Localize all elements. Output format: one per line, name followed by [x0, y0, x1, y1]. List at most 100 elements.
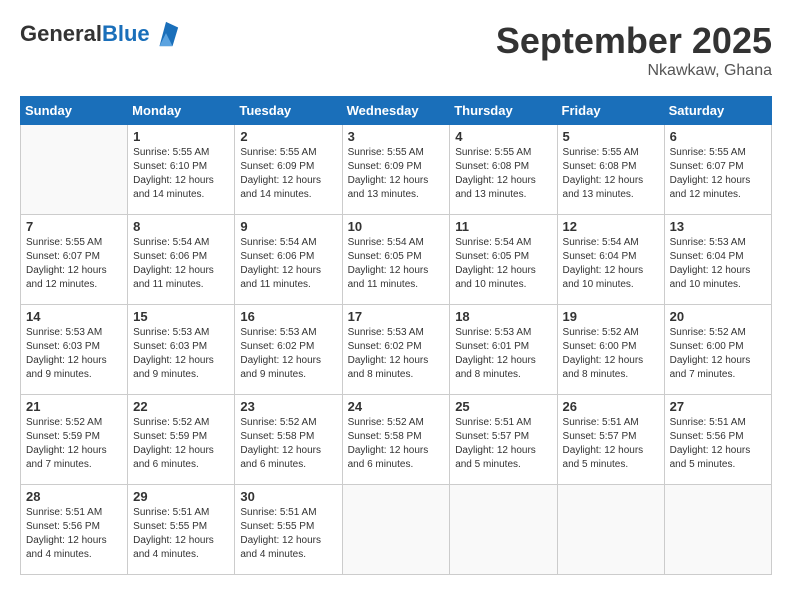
calendar-cell: 7 Sunrise: 5:55 AMSunset: 6:07 PMDaylight… [21, 215, 128, 305]
calendar-cell [450, 485, 557, 575]
calendar-cell: 4 Sunrise: 5:55 AMSunset: 6:08 PMDaylight… [450, 125, 557, 215]
calendar-week-1: 1 Sunrise: 5:55 AMSunset: 6:10 PMDaylight… [21, 125, 772, 215]
location-title: Nkawkaw, Ghana [496, 62, 772, 80]
day-number: 8 [133, 219, 229, 234]
calendar-cell: 2 Sunrise: 5:55 AMSunset: 6:09 PMDaylight… [235, 125, 342, 215]
weekday-header-thursday: Thursday [450, 97, 557, 125]
day-info: Sunrise: 5:55 AMSunset: 6:08 PMDaylight:… [455, 146, 551, 202]
calendar-cell: 22Sunrise: 5:52 AMSunset: 5:59 PMDayligh… [128, 395, 235, 485]
calendar-week-4: 21 Sunrise: 5:52 AMSunset: 5:59 PMDayligh… [21, 395, 772, 485]
day-number: 30 [240, 489, 336, 504]
calendar-cell: 16 Sunrise: 5:53 AMSunset: 6:02 PMDayligh… [235, 305, 342, 395]
day-info: Sunrise: 5:54 AMSunset: 6:06 PMDaylight:… [240, 236, 336, 292]
day-number: 1 [133, 129, 229, 144]
day-info: Sunrise: 5:52 AMSunset: 5:59 PMDaylight:… [26, 416, 122, 472]
day-info: Sunrise: 5:55 AMSunset: 6:09 PMDaylight:… [240, 146, 336, 202]
calendar-cell: 1 Sunrise: 5:55 AMSunset: 6:10 PMDaylight… [128, 125, 235, 215]
calendar-cell [342, 485, 450, 575]
calendar-cell: 23Sunrise: 5:52 AMSunset: 5:58 PMDayligh… [235, 395, 342, 485]
calendar-cell: 9 Sunrise: 5:54 AMSunset: 6:06 PMDaylight… [235, 215, 342, 305]
day-number: 29 [133, 489, 229, 504]
calendar-cell: 24Sunrise: 5:52 AMSunset: 5:58 PMDayligh… [342, 395, 450, 485]
calendar-cell: 28 Sunrise: 5:51 AMSunset: 5:56 PMDayligh… [21, 485, 128, 575]
day-number: 2 [240, 129, 336, 144]
calendar-cell: 8 Sunrise: 5:54 AMSunset: 6:06 PMDaylight… [128, 215, 235, 305]
day-number: 27 [670, 399, 766, 414]
title-section: September 2025 Nkawkaw, Ghana [496, 20, 772, 80]
calendar-cell: 17 Sunrise: 5:53 AMSunset: 6:02 PMDayligh… [342, 305, 450, 395]
day-number: 15 [133, 309, 229, 324]
day-number: 28 [26, 489, 122, 504]
calendar-cell: 27 Sunrise: 5:51 AMSunset: 5:56 PMDayligh… [664, 395, 771, 485]
logo-general: General [20, 21, 102, 46]
day-number: 9 [240, 219, 336, 234]
day-number: 18 [455, 309, 551, 324]
calendar-cell: 14 Sunrise: 5:53 AMSunset: 6:03 PMDayligh… [21, 305, 128, 395]
calendar-cell: 30Sunrise: 5:51 AMSunset: 5:55 PMDayligh… [235, 485, 342, 575]
logo-blue: Blue [102, 21, 150, 46]
day-number: 17 [348, 309, 445, 324]
day-number: 16 [240, 309, 336, 324]
day-number: 7 [26, 219, 122, 234]
calendar-cell: 15 Sunrise: 5:53 AMSunset: 6:03 PMDayligh… [128, 305, 235, 395]
calendar-cell [664, 485, 771, 575]
day-info: Sunrise: 5:51 AMSunset: 5:55 PMDaylight:… [133, 506, 229, 562]
calendar-cell: 19 Sunrise: 5:52 AMSunset: 6:00 PMDayligh… [557, 305, 664, 395]
day-info: Sunrise: 5:51 AMSunset: 5:57 PMDaylight:… [563, 416, 659, 472]
day-number: 10 [348, 219, 445, 234]
day-number: 11 [455, 219, 551, 234]
day-number: 5 [563, 129, 659, 144]
day-number: 12 [563, 219, 659, 234]
day-number: 26 [563, 399, 659, 414]
day-info: Sunrise: 5:53 AMSunset: 6:01 PMDaylight:… [455, 326, 551, 382]
day-info: Sunrise: 5:51 AMSunset: 5:57 PMDaylight:… [455, 416, 551, 472]
day-info: Sunrise: 5:55 AMSunset: 6:07 PMDaylight:… [670, 146, 766, 202]
day-info: Sunrise: 5:52 AMSunset: 5:59 PMDaylight:… [133, 416, 229, 472]
day-info: Sunrise: 5:52 AMSunset: 6:00 PMDaylight:… [563, 326, 659, 382]
calendar-cell: 3 Sunrise: 5:55 AMSunset: 6:09 PMDaylight… [342, 125, 450, 215]
day-info: Sunrise: 5:55 AMSunset: 6:07 PMDaylight:… [26, 236, 122, 292]
day-number: 19 [563, 309, 659, 324]
day-info: Sunrise: 5:52 AMSunset: 6:00 PMDaylight:… [670, 326, 766, 382]
day-info: Sunrise: 5:51 AMSunset: 5:56 PMDaylight:… [670, 416, 766, 472]
calendar-cell: 21 Sunrise: 5:52 AMSunset: 5:59 PMDayligh… [21, 395, 128, 485]
day-info: Sunrise: 5:52 AMSunset: 5:58 PMDaylight:… [240, 416, 336, 472]
day-info: Sunrise: 5:51 AMSunset: 5:56 PMDaylight:… [26, 506, 122, 562]
calendar-week-3: 14 Sunrise: 5:53 AMSunset: 6:03 PMDayligh… [21, 305, 772, 395]
day-info: Sunrise: 5:55 AMSunset: 6:09 PMDaylight:… [348, 146, 445, 202]
calendar-cell: 26 Sunrise: 5:51 AMSunset: 5:57 PMDayligh… [557, 395, 664, 485]
day-number: 6 [670, 129, 766, 144]
day-number: 13 [670, 219, 766, 234]
day-number: 4 [455, 129, 551, 144]
day-info: Sunrise: 5:53 AMSunset: 6:03 PMDaylight:… [133, 326, 229, 382]
calendar-cell: 13 Sunrise: 5:53 AMSunset: 6:04 PMDayligh… [664, 215, 771, 305]
weekday-header-saturday: Saturday [664, 97, 771, 125]
calendar-cell [557, 485, 664, 575]
day-number: 21 [26, 399, 122, 414]
day-info: Sunrise: 5:54 AMSunset: 6:05 PMDaylight:… [348, 236, 445, 292]
calendar-cell: 10 Sunrise: 5:54 AMSunset: 6:05 PMDayligh… [342, 215, 450, 305]
day-info: Sunrise: 5:55 AMSunset: 6:10 PMDaylight:… [133, 146, 229, 202]
day-info: Sunrise: 5:53 AMSunset: 6:03 PMDaylight:… [26, 326, 122, 382]
day-info: Sunrise: 5:53 AMSunset: 6:02 PMDaylight:… [240, 326, 336, 382]
logo-icon [152, 20, 180, 48]
day-info: Sunrise: 5:53 AMSunset: 6:04 PMDaylight:… [670, 236, 766, 292]
calendar-cell: 12 Sunrise: 5:54 AMSunset: 6:04 PMDayligh… [557, 215, 664, 305]
day-info: Sunrise: 5:54 AMSunset: 6:05 PMDaylight:… [455, 236, 551, 292]
calendar-cell: 29 Sunrise: 5:51 AMSunset: 5:55 PMDayligh… [128, 485, 235, 575]
day-number: 14 [26, 309, 122, 324]
day-info: Sunrise: 5:53 AMSunset: 6:02 PMDaylight:… [348, 326, 445, 382]
calendar-cell: 20Sunrise: 5:52 AMSunset: 6:00 PMDayligh… [664, 305, 771, 395]
weekday-header-sunday: Sunday [21, 97, 128, 125]
day-info: Sunrise: 5:55 AMSunset: 6:08 PMDaylight:… [563, 146, 659, 202]
day-info: Sunrise: 5:54 AMSunset: 6:04 PMDaylight:… [563, 236, 659, 292]
weekday-header-friday: Friday [557, 97, 664, 125]
calendar-header-row: SundayMondayTuesdayWednesdayThursdayFrid… [21, 97, 772, 125]
logo: GeneralBlue [20, 20, 180, 48]
day-number: 24 [348, 399, 445, 414]
calendar-cell: 18 Sunrise: 5:53 AMSunset: 6:01 PMDayligh… [450, 305, 557, 395]
calendar-table: SundayMondayTuesdayWednesdayThursdayFrid… [20, 96, 772, 575]
day-info: Sunrise: 5:54 AMSunset: 6:06 PMDaylight:… [133, 236, 229, 292]
calendar-cell [21, 125, 128, 215]
day-number: 3 [348, 129, 445, 144]
